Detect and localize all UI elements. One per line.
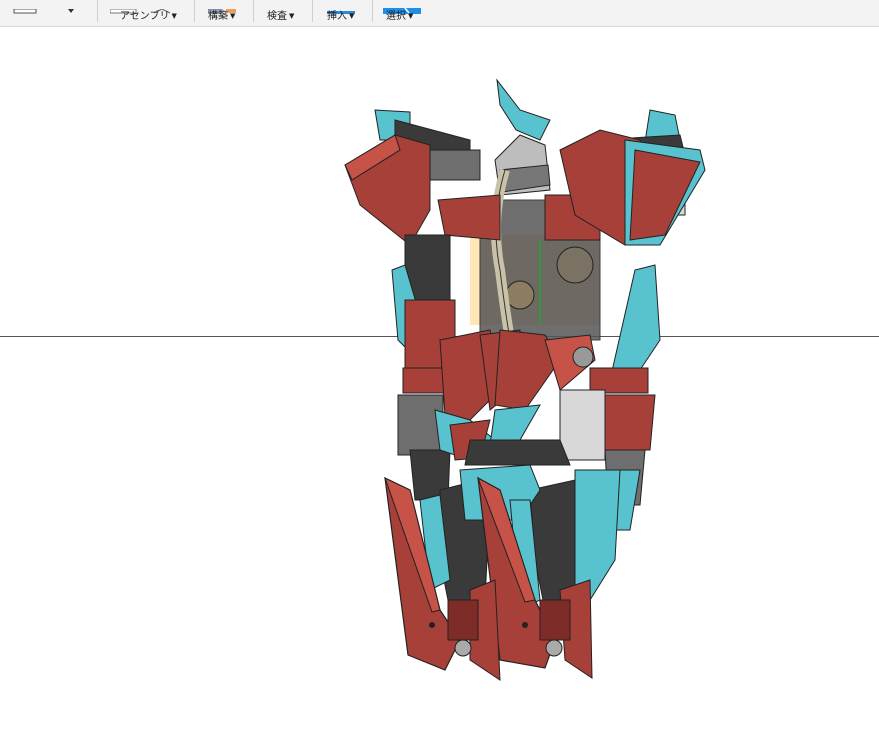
toolbar-group-inspect[interactable]: 検査 ▼ <box>262 0 307 26</box>
toolbar-label-assembly: アセンブリ ▼ <box>120 11 177 22</box>
toolbar-label-inspect: 検査 ▼ <box>267 11 295 22</box>
toolbar-divider <box>194 0 195 22</box>
chevron-down-icon: ▼ <box>408 12 414 20</box>
chevron-down-icon: ▼ <box>349 12 355 20</box>
toolbar-group-insert[interactable]: 挿入 ▼ <box>321 0 366 26</box>
toolbar-label-construct: 構築 ▼ <box>208 11 236 22</box>
toolbar-group-construct[interactable]: 構築 ▼ <box>203 0 248 26</box>
toolbar-label-select: 選択 ▼ <box>386 11 414 22</box>
sketch-icon[interactable] <box>12 0 42 14</box>
chevron-down-icon: ▼ <box>289 12 295 20</box>
chevron-down-icon: ▼ <box>171 12 177 20</box>
toolbar: アセンブリ ▼ 構築 ▼ 検査 ▼ 挿入 ▼ 選択 ▼ <box>0 0 879 27</box>
toolbar-divider <box>372 0 373 22</box>
toolbar-divider <box>312 0 313 22</box>
toolbar-group-select[interactable]: 選択 ▼ <box>381 0 426 26</box>
insert-icon <box>327 0 357 14</box>
toolbar-divider <box>253 0 254 22</box>
toolbar-label-insert: 挿入 ▼ <box>327 11 355 22</box>
dropdown-caret-icon[interactable] <box>66 0 76 13</box>
chevron-down-icon: ▼ <box>230 12 236 20</box>
3d-viewport[interactable] <box>0 27 879 746</box>
assembly-icon <box>109 0 180 14</box>
select-icon <box>383 0 423 14</box>
robot-mecha-model[interactable] <box>0 27 879 746</box>
toolbar-divider <box>97 0 98 22</box>
construct-icon <box>207 0 238 14</box>
toolbar-group-assembly[interactable]: アセンブリ ▼ <box>109 0 180 26</box>
